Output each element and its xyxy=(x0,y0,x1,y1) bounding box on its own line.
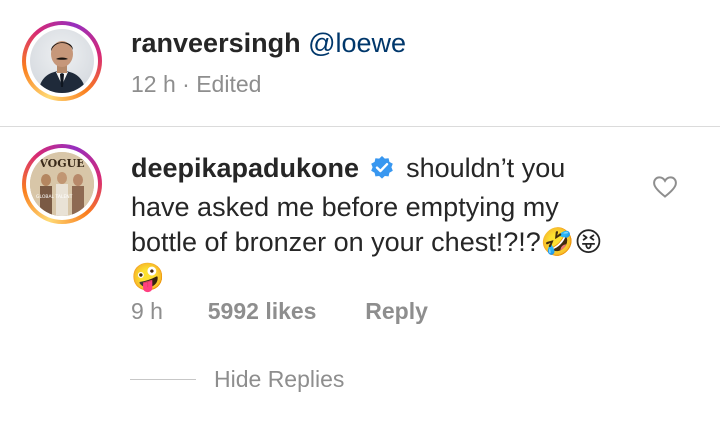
replies-divider-line xyxy=(130,379,196,380)
hide-replies-button[interactable]: Hide Replies xyxy=(214,366,344,393)
post-meta: 12 h · Edited xyxy=(131,71,261,98)
comment-text-line2: have asked me before emptying my xyxy=(131,192,559,222)
post-caption-row: ranveersingh @loewe 12 h · Edited xyxy=(0,0,720,126)
meta-separator: · xyxy=(182,71,190,97)
rolling-laughing-emoji: 🤣 xyxy=(540,227,575,257)
mention-link[interactable]: @loewe xyxy=(308,28,406,58)
comment-text-line3: bottle of bronzer on your chest!?!? xyxy=(131,227,541,257)
comment-text-line1: shouldn’t you xyxy=(406,153,566,183)
comment-body: deepikapadukone shouldn’t you have asked… xyxy=(131,151,641,295)
squinting-tongue-emoji: 😝 xyxy=(574,227,603,257)
comment-time: 9 h xyxy=(131,298,163,324)
caption-text: ranveersingh @loewe xyxy=(131,28,406,59)
comment-row: VOGUE GLOBAL TALENT deepikapadukone shou… xyxy=(0,127,720,433)
like-heart-icon[interactable] xyxy=(652,175,678,204)
author-avatar[interactable] xyxy=(22,21,102,101)
zany-face-emoji: 🤪 xyxy=(131,262,165,292)
cover-title: VOGUE xyxy=(38,157,84,170)
likes-count[interactable]: 5992 likes xyxy=(208,298,317,324)
post-time: 12 h xyxy=(131,71,176,97)
magazine-cover-icon: VOGUE GLOBAL TALENT xyxy=(30,152,94,216)
verified-badge-icon xyxy=(369,155,395,190)
commenter-avatar[interactable]: VOGUE GLOBAL TALENT xyxy=(22,144,102,224)
ranveer-portrait-icon xyxy=(38,41,86,93)
post-author-username[interactable]: ranveersingh xyxy=(131,28,301,58)
comment-meta: 9 h 5992 likes Reply xyxy=(131,298,428,325)
edited-label: Edited xyxy=(196,71,262,97)
cover-side-text: GLOBAL TALENT xyxy=(36,194,73,200)
comment-author-username[interactable]: deepikapadukone xyxy=(131,153,359,183)
reply-button[interactable]: Reply xyxy=(365,298,428,324)
